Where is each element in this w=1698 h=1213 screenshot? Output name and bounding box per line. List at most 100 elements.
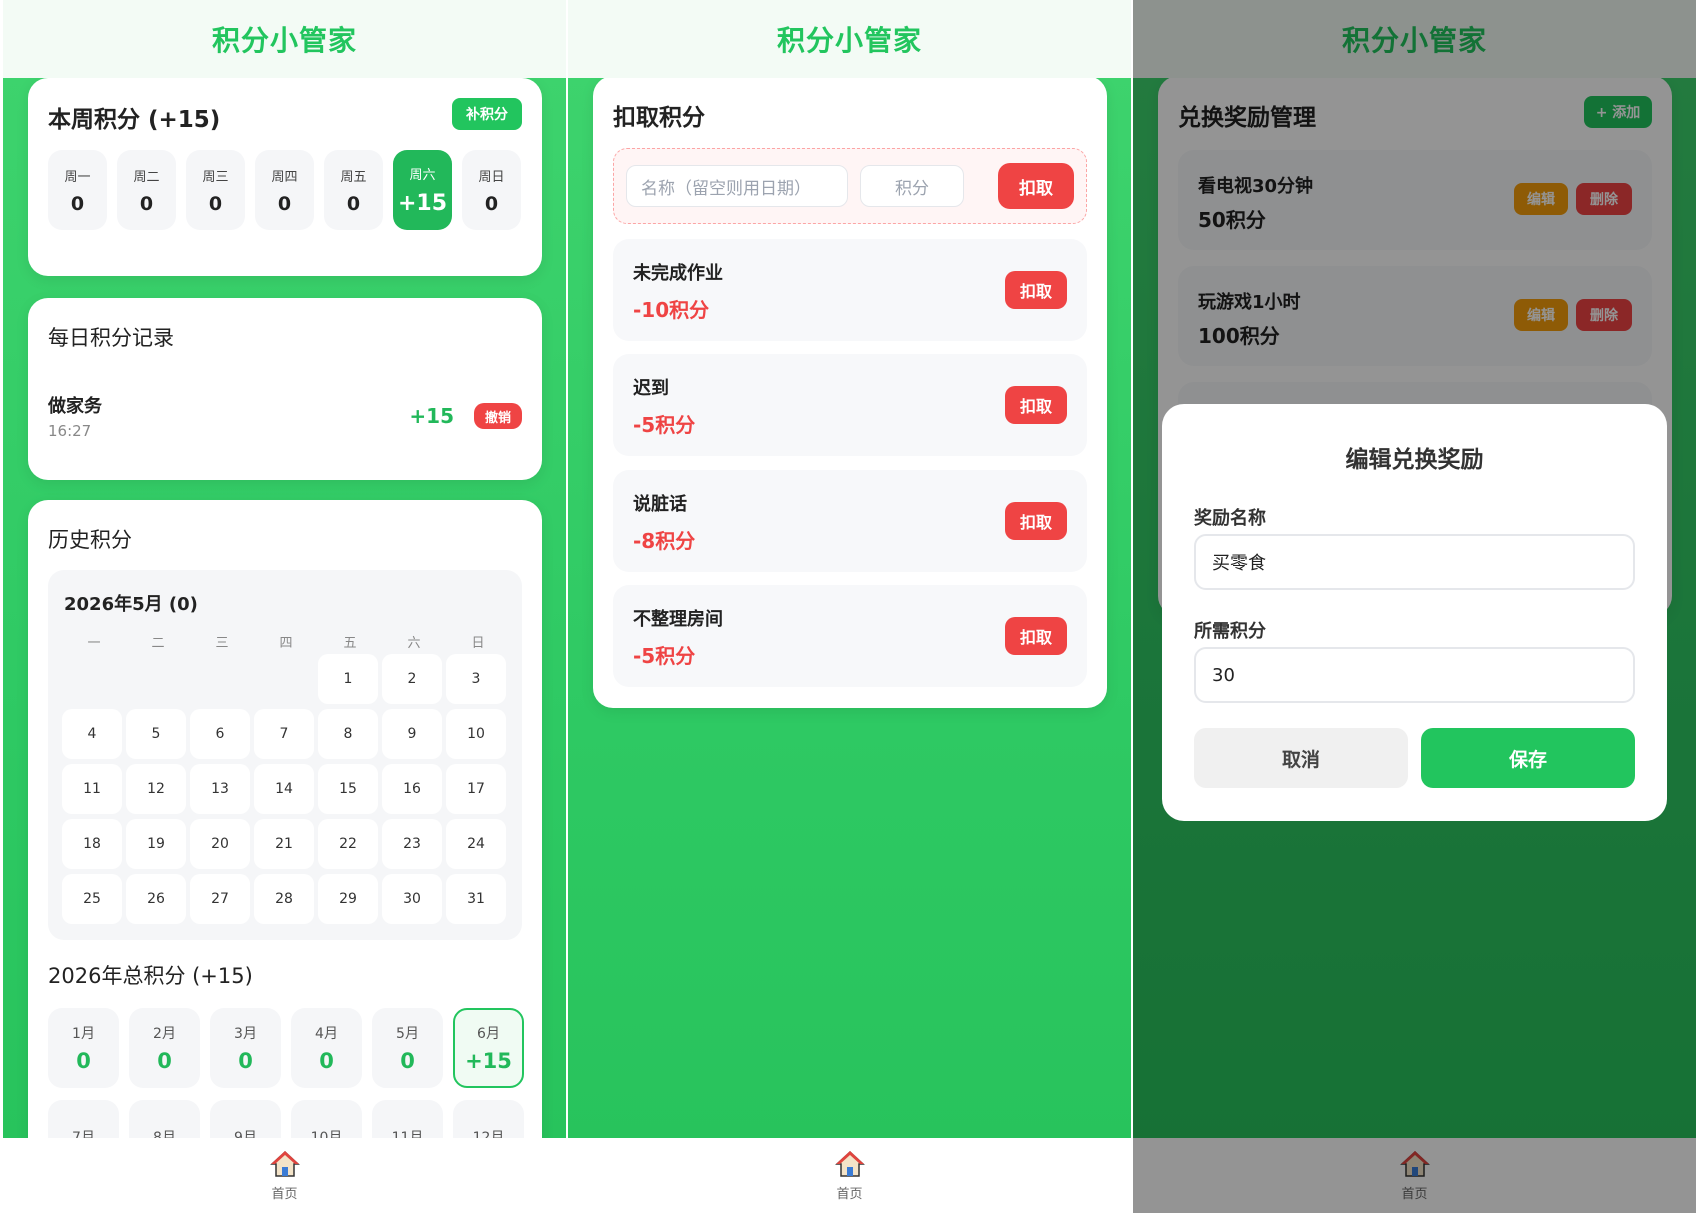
month-name: 2月 [153, 1026, 176, 1042]
calendar-day[interactable]: 6 [190, 709, 250, 759]
penalty-name: 说脏话 [633, 494, 687, 515]
reward-name-input[interactable]: 买零食 [1194, 534, 1635, 590]
day-wed[interactable]: 周三 0 [186, 150, 245, 230]
month-total[interactable]: 2月 0 [129, 1008, 200, 1088]
undo-button[interactable]: 撤销 [474, 403, 522, 429]
bottom-nav: 首页 [3, 1138, 566, 1213]
month-total[interactable]: 5月 0 [372, 1008, 443, 1088]
deduct-button[interactable]: 扣取 [1005, 617, 1067, 655]
calendar-day[interactable]: 30 [382, 874, 442, 924]
app-header: 积分小管家 [568, 0, 1131, 78]
app-header: 积分小管家 [3, 0, 566, 78]
history-title: 历史积分 [48, 528, 132, 552]
calendar-day[interactable]: 18 [62, 819, 122, 869]
calendar-day[interactable]: 17 [446, 764, 506, 814]
calendar-day[interactable]: 27 [190, 874, 250, 924]
nav-home[interactable]: 首页 [834, 1149, 865, 1202]
calendar-day[interactable]: 16 [382, 764, 442, 814]
makeup-points-button[interactable]: 补积分 [452, 98, 522, 130]
month-name: 6月 [477, 1026, 500, 1042]
calendar-day[interactable]: 9 [382, 709, 442, 759]
calendar-day[interactable]: 19 [126, 819, 186, 869]
calendar-day[interactable]: 20 [190, 819, 250, 869]
reward-name-label: 奖励名称 [1194, 508, 1266, 529]
calendar-day[interactable]: 26 [126, 874, 186, 924]
calendar-day[interactable]: 28 [254, 874, 314, 924]
day-value: 0 [139, 192, 154, 215]
nav-home-label: 首页 [836, 1187, 863, 1202]
app-title: 积分小管家 [211, 24, 357, 57]
calendar-day[interactable]: 10 [446, 709, 506, 759]
deduct-button[interactable]: 扣取 [1005, 502, 1067, 540]
calendar-day[interactable]: 31 [446, 874, 506, 924]
points-input[interactable]: 积分 [860, 165, 964, 207]
week-days: 周一 0 周二 0 周三 0 周四 0 周五 0 周六 +15 周日 0 [48, 150, 521, 230]
day-fri[interactable]: 周五 0 [324, 150, 383, 230]
record-time: 16:27 [48, 422, 92, 440]
day-value: 0 [277, 192, 292, 215]
save-button[interactable]: 保存 [1421, 728, 1635, 788]
weekly-points-card: 本周积分 (+15) 补积分 周一 0 周二 0 周三 0 周四 0 周五 0 周六 +15… [28, 78, 542, 276]
penalty-name: 不整理房间 [633, 609, 723, 630]
month-value: 0 [400, 1049, 415, 1073]
name-input[interactable]: 名称（留空则用日期） [626, 165, 848, 207]
calendar-blank [126, 654, 186, 704]
edit-reward-modal: 编辑兑换奖励 奖励名称 买零食 所需积分 30 取消 保存 [1162, 404, 1667, 821]
day-thu[interactable]: 周四 0 [255, 150, 314, 230]
calendar-day[interactable]: 2 [382, 654, 442, 704]
day-sat[interactable]: 周六 +15 [393, 150, 452, 230]
calendar-day[interactable]: 21 [254, 819, 314, 869]
month-name: 1月 [72, 1026, 95, 1042]
calendar-day[interactable]: 24 [446, 819, 506, 869]
calendar-day[interactable]: 25 [62, 874, 122, 924]
month-total[interactable]: 1月 0 [48, 1008, 119, 1088]
calendar-day[interactable]: 29 [318, 874, 378, 924]
calendar-day[interactable]: 8 [318, 709, 378, 759]
calendar-day[interactable]: 7 [254, 709, 314, 759]
calendar-day[interactable]: 12 [126, 764, 186, 814]
history-card: 历史积分 2026年5月 (0) 一 二 三 四 五 六 日 123456789… [28, 500, 542, 1213]
day-name: 周六 [409, 168, 436, 183]
phone-home: 积分小管家 本周积分 (+15) 补积分 周一 0 周二 0 周三 0 周四 0 周五 0… [3, 0, 566, 1213]
day-value: 0 [484, 192, 499, 215]
daily-record-title: 每日积分记录 [48, 326, 174, 350]
record-name: 做家务 [48, 396, 102, 417]
day-tue[interactable]: 周二 0 [117, 150, 176, 230]
record-row: 做家务 16:27 +15 撤销 [48, 386, 522, 446]
calendar-day[interactable]: 22 [318, 819, 378, 869]
day-name: 周二 [133, 169, 160, 185]
required-points-input[interactable]: 30 [1194, 647, 1635, 703]
penalty-name: 未完成作业 [633, 263, 723, 284]
deduct-button[interactable]: 扣取 [1005, 271, 1067, 309]
cancel-button[interactable]: 取消 [1194, 728, 1408, 788]
home-icon [834, 1150, 865, 1177]
calendar-day[interactable]: 3 [446, 654, 506, 704]
calendar-day[interactable]: 11 [62, 764, 122, 814]
day-mon[interactable]: 周一 0 [48, 150, 107, 230]
required-points-label: 所需积分 [1194, 621, 1266, 642]
penalty-item: 说脏话 -8积分 扣取 [613, 470, 1087, 572]
penalty-item: 未完成作业 -10积分 扣取 [613, 239, 1087, 341]
calendar-day[interactable]: 4 [62, 709, 122, 759]
calendar-day[interactable]: 1 [318, 654, 378, 704]
weekday-label: 一 [87, 636, 101, 651]
calendar-grid: 1 2 3 4 5 6 7 8 9 10 11 12 13 14 15 16 17 18 19 20 21 22 23 24 2… [62, 654, 506, 924]
deduct-button[interactable]: 扣取 [1005, 386, 1067, 424]
month-total[interactable]: 4月 0 [291, 1008, 362, 1088]
day-sun[interactable]: 周日 0 [462, 150, 521, 230]
calendar-day[interactable]: 5 [126, 709, 186, 759]
day-name: 周日 [478, 169, 505, 185]
penalty-name: 迟到 [633, 378, 669, 399]
deduct-submit-button[interactable]: 扣取 [998, 163, 1074, 209]
calendar-day[interactable]: 15 [318, 764, 378, 814]
penalty-value: -8积分 [633, 529, 696, 553]
app-title: 积分小管家 [776, 24, 922, 57]
month-total[interactable]: 6月 +15 [453, 1008, 524, 1088]
calendar-day[interactable]: 14 [254, 764, 314, 814]
month-value: 0 [238, 1049, 253, 1073]
phone-deduct: 积分小管家 扣取积分 名称（留空则用日期） 积分 扣取 未完成作业 -10积分 … [568, 0, 1131, 1213]
nav-home[interactable]: 首页 [269, 1149, 300, 1202]
calendar-day[interactable]: 13 [190, 764, 250, 814]
month-total[interactable]: 3月 0 [210, 1008, 281, 1088]
calendar-day[interactable]: 23 [382, 819, 442, 869]
